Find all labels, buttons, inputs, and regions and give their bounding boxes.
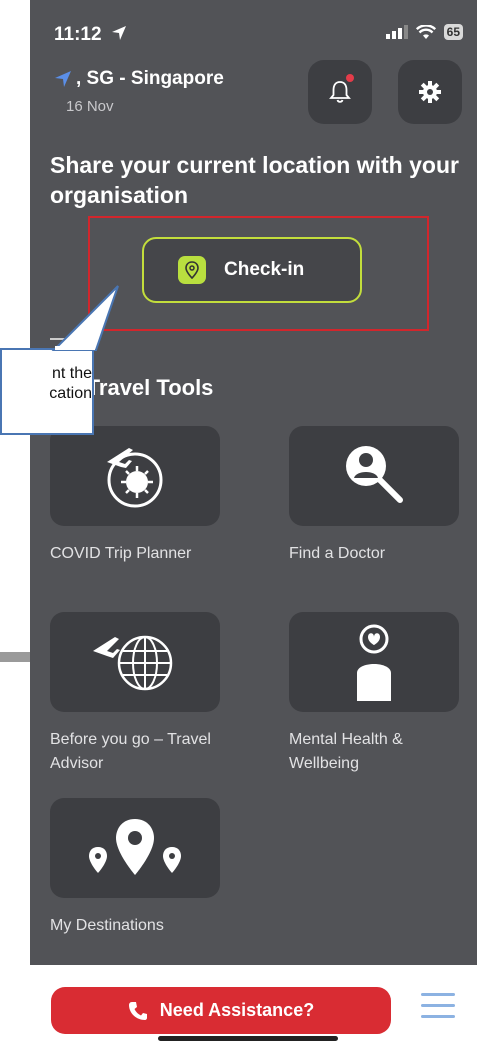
doctor-search-icon — [346, 446, 403, 503]
hamburger-menu-icon[interactable] — [421, 993, 455, 1018]
tool-label: COVID Trip Planner — [50, 545, 192, 562]
callout-line-2: cation — [49, 385, 92, 402]
wifi-icon — [415, 24, 436, 39]
need-assistance-label: Need Assistance? — [159, 1000, 315, 1020]
tool-covid-trip-planner[interactable]: COVID Trip Planner — [50, 426, 220, 566]
notification-dot — [346, 74, 354, 82]
tool-label: Find a Doctor — [289, 545, 386, 562]
tool-label: My Destinations — [50, 917, 164, 934]
tool-my-destinations[interactable]: My Destinations — [50, 798, 220, 938]
callout-text: nt the cation — [0, 364, 92, 404]
tool-tile[interactable] — [50, 798, 220, 898]
tool-label: Before you go – Travel Advisor — [50, 731, 211, 772]
phone-icon — [128, 1001, 147, 1020]
signal-icon — [385, 25, 408, 39]
tool-travel-advisor[interactable]: Before you go – Travel Advisor — [50, 612, 220, 776]
menu-line — [421, 1004, 455, 1007]
home-indicator — [158, 1036, 338, 1041]
battery-level: 65 — [443, 24, 463, 40]
phone-frame: 11:12 65 , SG - Singapore 16 Nov Share y… — [0, 0, 477, 1041]
status-indicators: 65 — [385, 24, 463, 40]
plane-globe-icon — [93, 635, 173, 691]
menu-line — [421, 993, 455, 996]
gear-icon — [419, 81, 441, 103]
tool-mental-health[interactable]: Mental Health & Wellbeing — [289, 612, 459, 776]
tool-label: Mental Health & Wellbeing — [289, 731, 403, 772]
tool-tile[interactable] — [289, 426, 459, 526]
need-assistance-button[interactable]: Need Assistance? — [51, 987, 391, 1034]
notifications-button[interactable] — [308, 60, 372, 124]
tool-tile[interactable] — [50, 612, 220, 712]
tool-find-a-doctor[interactable]: Find a Doctor — [289, 426, 459, 566]
callout-line-1: nt the — [51, 365, 92, 382]
destination-pins-icon — [89, 819, 181, 875]
side-marker — [0, 652, 30, 662]
settings-button[interactable] — [398, 60, 462, 124]
covid-plane-icon — [107, 448, 163, 508]
menu-line — [421, 1015, 455, 1018]
callout-pointer — [51, 285, 119, 351]
tool-tile[interactable] — [50, 426, 220, 526]
bell-icon — [329, 81, 351, 103]
tool-tile[interactable] — [289, 612, 459, 712]
person-heart-icon — [357, 624, 391, 701]
